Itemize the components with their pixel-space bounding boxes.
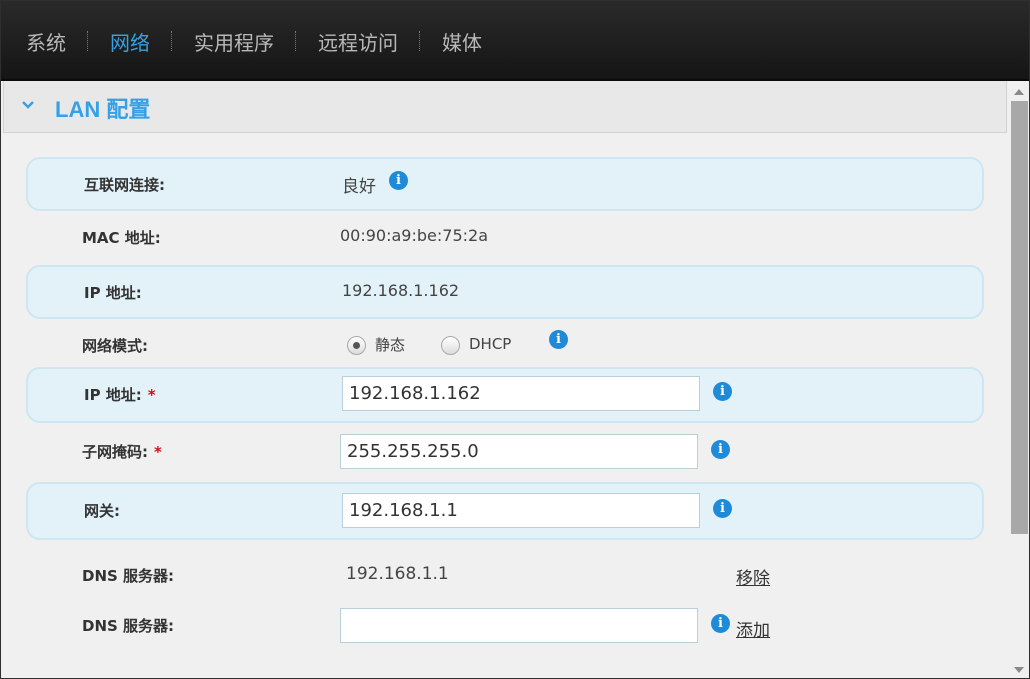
internet-connection-status: 良好 xyxy=(342,177,376,197)
network-mode-row: 网络模式: 静态 DHCP i xyxy=(26,321,984,367)
nav-separator xyxy=(150,31,194,51)
top-navigation: 系统 网络 实用程序 远程访问 媒体 xyxy=(1,1,1029,81)
scroll-down-arrow-icon[interactable] xyxy=(1014,667,1024,673)
nav-item-network[interactable]: 网络 xyxy=(110,27,150,56)
ip-address-input[interactable] xyxy=(342,376,700,411)
dns-server-add-row: DNS 服务器: i 添加 xyxy=(26,603,984,649)
nav-item-utilities[interactable]: 实用程序 xyxy=(194,27,274,56)
vertical-scrollbar[interactable] xyxy=(1009,81,1029,678)
info-icon[interactable]: i xyxy=(713,499,732,518)
subnet-mask-row: 子网掩码: * i xyxy=(26,425,984,481)
info-icon[interactable]: i xyxy=(389,171,408,190)
nav-item-system[interactable]: 系统 xyxy=(26,27,66,56)
static-radio[interactable] xyxy=(347,336,366,355)
network-mode-label: 网络模式: xyxy=(82,337,148,355)
dhcp-radio-label[interactable]: DHCP xyxy=(469,335,511,353)
required-marker: * xyxy=(154,443,162,461)
mac-address-row: MAC 地址: 00:90:a9:be:75:2a xyxy=(26,213,984,263)
gateway-row: 网关: i xyxy=(26,482,984,540)
dhcp-radio[interactable] xyxy=(441,336,460,355)
gateway-input[interactable] xyxy=(342,493,700,528)
nav-item-media[interactable]: 媒体 xyxy=(442,27,482,56)
info-icon[interactable]: i xyxy=(713,382,732,401)
dns-server-input[interactable] xyxy=(340,608,698,643)
ip-address-readonly-row: IP 地址: 192.168.1.162 xyxy=(26,265,984,319)
subnet-mask-label: 子网掩码: * xyxy=(82,441,162,462)
dns-server-value: 192.168.1.1 xyxy=(346,564,449,584)
mac-address-value: 00:90:a9:be:75:2a xyxy=(340,226,488,245)
lan-config-header[interactable]: LAN 配置 xyxy=(3,81,1007,133)
nav-separator xyxy=(66,31,110,51)
scroll-up-arrow-icon[interactable] xyxy=(1014,89,1024,95)
main-content: LAN 配置 互联网连接: 良好 i MAC 地址: 00:90:a9:be:7… xyxy=(3,81,1007,678)
ip-address-input-label: IP 地址: * xyxy=(84,384,156,405)
dns-server-row: DNS 服务器: 192.168.1.1 移除 xyxy=(26,551,984,597)
nav-separator xyxy=(274,31,318,51)
scroll-thumb[interactable] xyxy=(1011,101,1028,534)
section-title: LAN 配置 xyxy=(55,97,151,122)
info-icon[interactable]: i xyxy=(711,614,730,633)
ip-address-label: IP 地址: xyxy=(84,284,142,302)
gateway-label: 网关: xyxy=(84,502,120,520)
required-marker: * xyxy=(147,386,156,404)
internet-connection-label: 互联网连接: xyxy=(84,176,165,194)
subnet-mask-input[interactable] xyxy=(340,434,698,469)
ip-address-input-label-text: IP 地址: xyxy=(84,386,142,404)
internet-connection-row: 互联网连接: 良好 i xyxy=(26,157,984,211)
ip-address-value: 192.168.1.162 xyxy=(342,281,460,300)
info-icon[interactable]: i xyxy=(711,440,730,459)
ip-address-input-row: IP 地址: * i xyxy=(26,367,984,423)
info-icon[interactable]: i xyxy=(549,330,568,349)
chevron-down-icon[interactable] xyxy=(21,98,35,112)
dns-server-label: DNS 服务器: xyxy=(82,617,175,635)
dns-server-label: DNS 服务器: xyxy=(82,567,175,585)
app-window: 系统 网络 实用程序 远程访问 媒体 LAN 配置 互联网连接: 良好 i MA… xyxy=(0,0,1030,679)
nav-item-remote-access[interactable]: 远程访问 xyxy=(318,27,398,56)
add-dns-link[interactable]: 添加 xyxy=(736,616,770,641)
mac-address-label: MAC 地址: xyxy=(82,229,161,247)
static-radio-label[interactable]: 静态 xyxy=(375,334,405,355)
nav-separator xyxy=(398,31,442,51)
remove-dns-link[interactable]: 移除 xyxy=(736,564,770,589)
subnet-mask-label-text: 子网掩码: xyxy=(82,443,148,461)
